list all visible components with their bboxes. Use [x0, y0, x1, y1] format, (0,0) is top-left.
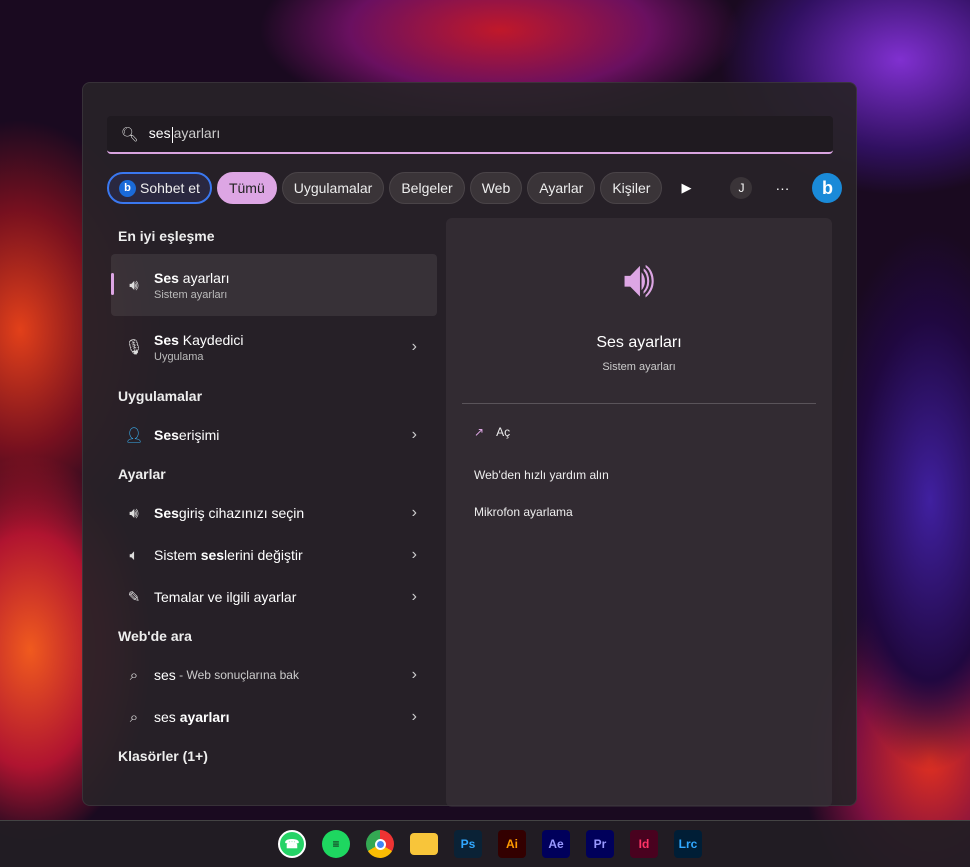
result-title: lerini değiştir	[224, 547, 303, 563]
chip-all[interactable]: Tümü	[216, 172, 277, 204]
result-ses-erisimi[interactable]: 👤︎ Ses erişimi ›	[111, 414, 437, 456]
sound-icon: 🔈︎	[129, 546, 139, 564]
more-options-button[interactable]: ···	[775, 180, 789, 196]
result-subtitle: Sistem ayarları	[154, 288, 228, 301]
action-web-help[interactable]: Web'den hızlı yardım alın	[474, 468, 609, 482]
result-system-sounds[interactable]: 🔈︎ Sistem ses lerini değiştir ›	[111, 534, 437, 576]
result-title: Temalar ve ilgili ayarlar	[154, 589, 297, 605]
taskbar: ☎ ≡ Ps Ai Ae Pr Id Lrc	[0, 820, 970, 867]
preview-subtitle: Sistem ayarları	[602, 361, 676, 373]
chevron-right-icon[interactable]: ›	[412, 588, 417, 606]
after-effects-icon[interactable]: Ae	[542, 830, 570, 858]
result-web-ses[interactable]: ⌕ ses - Web sonuçlarına bak ›	[111, 654, 437, 696]
result-title: giriş cihazınızı seçin	[178, 505, 305, 521]
result-title: ses	[154, 667, 176, 683]
result-title-bold: Ses	[154, 269, 179, 286]
result-title: Sistem	[154, 547, 201, 563]
result-title: ayarları	[178, 269, 230, 286]
result-input-device[interactable]: 🔊︎ Ses giriş cihazınızı seçin ›	[111, 492, 437, 534]
file-explorer-icon[interactable]	[410, 833, 438, 855]
result-hint: - Web sonuçlarına bak	[175, 668, 299, 682]
chrome-icon[interactable]	[366, 830, 394, 858]
chevron-right-icon[interactable]: ›	[412, 504, 417, 522]
section-best-match: En iyi eşleşme	[118, 228, 215, 244]
indesign-icon[interactable]: Id	[630, 830, 658, 858]
chevron-right-icon[interactable]: ›	[412, 338, 417, 356]
preview-pane: 🔊︎ Ses ayarları Sistem ayarları ↗ Aç Web'…	[446, 218, 832, 807]
section-web: Web'de ara	[118, 628, 192, 644]
result-title: ses	[154, 709, 180, 725]
chevron-right-icon[interactable]: ›	[412, 546, 417, 564]
chip-settings[interactable]: Ayarlar	[527, 172, 596, 204]
chip-apps[interactable]: Uygulamalar	[281, 172, 385, 204]
start-search-panel: 🔍︎ ses ayarları b Sohbet et Tümü Uygulamal…	[82, 82, 857, 807]
lightroom-icon[interactable]: Lrc	[674, 830, 702, 858]
microphone-icon: 🎙︎	[124, 339, 144, 356]
result-web-ses-ayarlari[interactable]: ⌕ ses ayarları ›	[111, 696, 437, 738]
preview-title: Ses ayarları	[596, 334, 682, 351]
search-suggestion: ayarları	[173, 125, 221, 142]
search-input[interactable]: 🔍︎ ses ayarları	[107, 116, 833, 154]
spotify-icon[interactable]: ≡	[322, 830, 350, 858]
result-title-bold: Ses	[154, 505, 179, 521]
result-title-bold: ses	[200, 547, 225, 563]
divider	[462, 403, 816, 404]
section-apps: Uygulamalar	[118, 388, 203, 404]
whatsapp-icon[interactable]: ☎	[278, 830, 306, 858]
action-open[interactable]: ↗ Aç	[474, 425, 510, 439]
photoshop-icon[interactable]: Ps	[454, 830, 482, 858]
search-icon: 🔍︎	[121, 125, 139, 142]
chevron-right-icon[interactable]: ›	[412, 426, 417, 444]
result-ses-ayarlari[interactable]: 🔊︎ Ses ayarları Sistem ayarları	[111, 254, 437, 316]
bing-icon: b	[119, 179, 136, 197]
result-title-bold: Ses	[154, 331, 179, 348]
chip-people[interactable]: Kişiler	[600, 172, 663, 204]
avatar[interactable]: J	[730, 177, 753, 199]
chevron-right-icon[interactable]: ›	[412, 708, 417, 726]
action-mic-setup[interactable]: Mikrofon ayarlama	[474, 505, 573, 519]
speaker-icon: 🔊︎	[129, 504, 139, 522]
bing-chat-button[interactable]: b	[812, 173, 843, 203]
open-external-icon: ↗	[474, 425, 485, 439]
illustrator-icon[interactable]: Ai	[498, 830, 526, 858]
result-title: Kaydedici	[178, 331, 244, 348]
chip-label: Sohbet et	[140, 180, 200, 196]
chip-documents[interactable]: Belgeler	[389, 172, 465, 204]
chip-chat[interactable]: b Sohbet et	[107, 172, 212, 204]
speaker-icon: 🔊︎	[623, 251, 655, 307]
result-title-bold: Ses	[154, 427, 179, 443]
premiere-icon[interactable]: Pr	[586, 830, 614, 858]
search-typed: ses	[148, 125, 171, 142]
voice-access-icon: 👤︎	[124, 427, 144, 444]
action-label: Aç	[496, 425, 511, 439]
brush-icon: ✎	[127, 589, 141, 606]
chevron-right-icon[interactable]: ›	[412, 666, 417, 684]
result-subtitle: Uygulama	[154, 350, 204, 363]
section-folders: Klasörler (1+)	[118, 748, 208, 764]
start-button[interactable]	[238, 832, 262, 856]
play-more-icon[interactable]: ▶	[681, 180, 691, 196]
result-title: erişimi	[178, 427, 220, 443]
result-themes[interactable]: ✎ Temalar ve ilgili ayarlar ›	[111, 576, 437, 618]
result-ses-kaydedici[interactable]: 🎙︎ Ses Kaydedici Uygulama ›	[111, 316, 437, 378]
result-title-bold: ayarları	[179, 709, 230, 725]
speaker-icon: 🔊︎	[129, 276, 139, 294]
search-icon: ⌕	[129, 708, 139, 726]
section-settings: Ayarlar	[118, 466, 166, 482]
search-icon: ⌕	[129, 666, 139, 684]
chip-web[interactable]: Web	[469, 172, 523, 204]
